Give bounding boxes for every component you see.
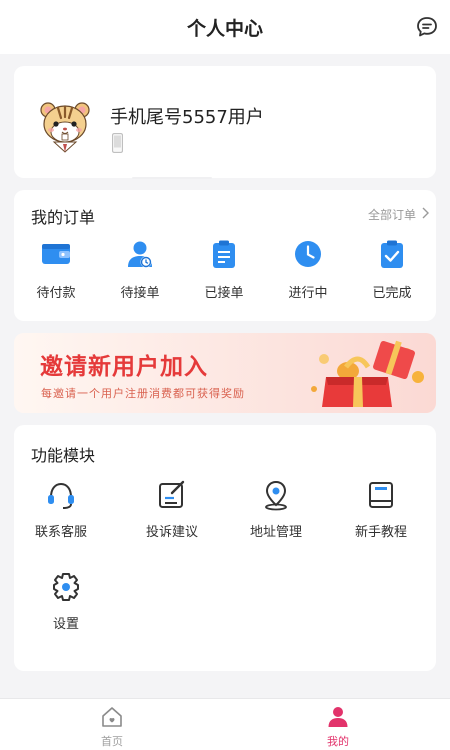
- order-in-progress[interactable]: 进行中: [268, 238, 348, 301]
- tab-mine[interactable]: 我的: [303, 705, 373, 749]
- banner-title: 邀请新用户加入: [40, 354, 208, 380]
- user-waiting-icon: [124, 238, 156, 270]
- bottom-tab-bar: 首页 我的: [0, 698, 450, 750]
- clock-icon: [292, 238, 324, 270]
- person-icon: [326, 705, 350, 729]
- gear-icon: [50, 571, 82, 603]
- orders-card: 我的订单 全部订单 待付款 待接单 已接单 进行中 已完成: [14, 190, 436, 321]
- clipboard-icon: [208, 238, 240, 270]
- chat-icon[interactable]: [414, 14, 440, 40]
- check-clipboard-icon: [376, 238, 408, 270]
- fn-address-management[interactable]: 地址管理: [231, 479, 321, 543]
- order-item-label: 待付款: [36, 286, 76, 301]
- edit-icon: [156, 479, 188, 511]
- phone-icon: [112, 133, 123, 153]
- all-orders-link[interactable]: 全部订单: [368, 206, 430, 223]
- fn-label: 联系客服: [34, 525, 87, 540]
- order-pending-payment[interactable]: 待付款: [16, 238, 96, 301]
- wallet-icon: [40, 238, 72, 270]
- fn-label: 新手教程: [354, 525, 407, 540]
- fn-customer-service[interactable]: 联系客服: [16, 479, 106, 543]
- functions-title: 功能模块: [31, 446, 96, 465]
- username: 手机尾号5557用户: [110, 107, 264, 128]
- all-orders-label: 全部订单: [367, 208, 416, 222]
- headset-icon: [45, 479, 77, 511]
- profile-card[interactable]: 手机尾号5557用户: [14, 66, 436, 179]
- fn-label: 地址管理: [249, 525, 302, 540]
- location-icon: [260, 479, 292, 511]
- hamster-avatar[interactable]: [36, 96, 94, 154]
- page-title: 个人中心: [186, 17, 263, 40]
- tab-label: 我的: [327, 735, 349, 748]
- fn-feedback[interactable]: 投诉建议: [127, 479, 217, 543]
- divider: [132, 177, 212, 179]
- gift-box-icon: [306, 337, 432, 411]
- order-accepted[interactable]: 已接单: [184, 238, 264, 301]
- book-icon: [365, 479, 397, 511]
- order-completed[interactable]: 已完成: [352, 238, 432, 301]
- fn-label: 投诉建议: [145, 525, 198, 540]
- orders-title: 我的订单: [31, 208, 96, 227]
- order-item-label: 待接单: [120, 286, 160, 301]
- order-awaiting-accept[interactable]: 待接单: [100, 238, 180, 301]
- invite-banner[interactable]: 邀请新用户加入 每邀请一个用户注册消费都可获得奖励: [14, 333, 436, 413]
- top-header: 个人中心: [0, 0, 450, 54]
- chevron-right-icon: [420, 207, 430, 222]
- banner-subtitle: 每邀请一个用户注册消费都可获得奖励: [41, 387, 245, 400]
- tab-home[interactable]: 首页: [77, 705, 147, 749]
- order-item-label: 已完成: [372, 286, 412, 301]
- order-item-label: 已接单: [204, 286, 244, 301]
- order-item-label: 进行中: [288, 286, 328, 301]
- functions-card: 功能模块 联系客服 投诉建议 地址管理 新手教程 设置: [14, 425, 436, 671]
- fn-label: 设置: [52, 617, 79, 632]
- fn-beginner-tutorial[interactable]: 新手教程: [336, 479, 426, 543]
- home-icon: [100, 705, 124, 729]
- fn-settings[interactable]: 设置: [21, 571, 111, 635]
- tab-label: 首页: [101, 735, 123, 748]
